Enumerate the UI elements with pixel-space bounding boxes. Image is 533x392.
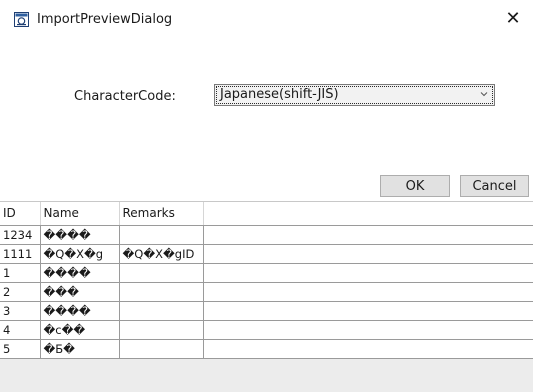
app-window-icon (14, 12, 29, 27)
header-row: ID Name Remarks (0, 202, 533, 226)
column-header-remarks[interactable]: Remarks (119, 202, 204, 226)
cell-id[interactable]: 1234 (0, 225, 41, 245)
cell-filler (203, 320, 533, 340)
cell-filler (203, 301, 533, 321)
cell-id[interactable]: 1 (0, 263, 41, 283)
cell-name[interactable]: �c�� (40, 320, 120, 340)
preview-table: ID Name Remarks 1234 ���� 1111 �Q�X�g �Q… (0, 202, 533, 359)
table-row[interactable]: 1234 ���� (0, 225, 533, 245)
cell-remarks[interactable] (119, 320, 204, 340)
cell-id[interactable]: 5 (0, 339, 41, 359)
table-row[interactable]: 3 ���� (0, 301, 533, 321)
cell-remarks[interactable] (119, 263, 204, 283)
chevron-down-icon (480, 92, 488, 97)
cell-name[interactable]: ���� (40, 263, 120, 283)
cell-name[interactable]: �Q�X�g (40, 244, 120, 264)
cell-filler (203, 263, 533, 283)
column-header-id[interactable]: ID (0, 202, 41, 226)
close-button[interactable]: ✕ (499, 6, 527, 32)
title-bar[interactable]: ImportPreviewDialog ✕ (0, 0, 533, 38)
cell-remarks[interactable] (119, 282, 204, 302)
import-preview-dialog: ImportPreviewDialog ✕ CharacterCode: Jap… (0, 0, 533, 392)
cell-id[interactable]: 2 (0, 282, 41, 302)
cell-filler (203, 225, 533, 245)
character-code-select[interactable]: Japanese(shift-JIS) (214, 84, 495, 106)
ok-button[interactable]: OK (380, 175, 450, 197)
cell-name[interactable]: ���� (40, 301, 120, 321)
cell-remarks[interactable] (119, 301, 204, 321)
table-row[interactable]: 5 �Б� (0, 339, 533, 359)
cell-id[interactable]: 4 (0, 320, 41, 340)
cell-remarks[interactable]: �Q�X�gID (119, 244, 204, 264)
cell-id[interactable]: 3 (0, 301, 41, 321)
cell-filler (203, 339, 533, 359)
cell-remarks[interactable] (119, 339, 204, 359)
column-header-filler (203, 202, 533, 226)
character-code-value: Japanese(shift-JIS) (220, 87, 339, 102)
cell-name[interactable]: ���� (40, 225, 120, 245)
table-row[interactable]: 4 �c�� (0, 320, 533, 340)
cell-remarks[interactable] (119, 225, 204, 245)
close-icon: ✕ (505, 8, 521, 29)
column-header-name[interactable]: Name (40, 202, 120, 226)
cell-filler (203, 282, 533, 302)
cell-name[interactable]: �Б� (40, 339, 120, 359)
character-code-label: CharacterCode: (74, 89, 176, 104)
cell-name[interactable]: ��� (40, 282, 120, 302)
cell-filler (203, 244, 533, 264)
preview-grid[interactable]: ID Name Remarks 1234 ���� 1111 �Q�X�g �Q… (0, 201, 533, 392)
window-title: ImportPreviewDialog (37, 12, 173, 27)
table-row[interactable]: 2 ��� (0, 282, 533, 302)
table-row[interactable]: 1 ���� (0, 263, 533, 283)
cancel-button[interactable]: Cancel (460, 175, 529, 197)
cell-id[interactable]: 1111 (0, 244, 41, 264)
table-row[interactable]: 1111 �Q�X�g �Q�X�gID (0, 244, 533, 264)
